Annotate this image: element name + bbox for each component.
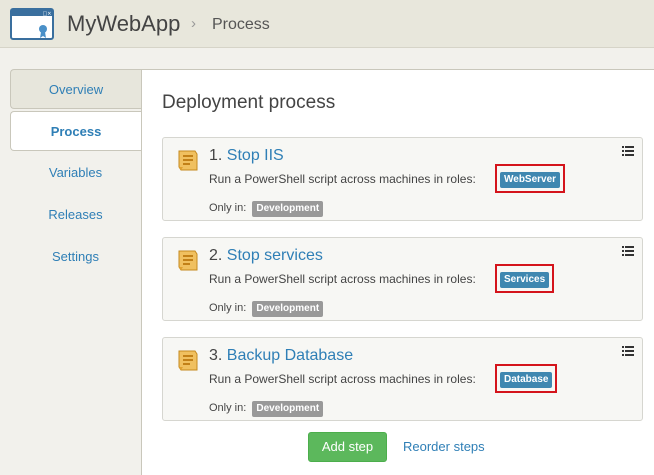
list-menu-icon[interactable] — [622, 146, 634, 157]
environment-tag[interactable]: Development — [252, 201, 324, 217]
sidebar-item-releases[interactable]: Releases — [10, 195, 141, 235]
list-menu-icon[interactable] — [622, 246, 634, 257]
step-card: 3. Backup Database Run a PowerShell scri… — [162, 337, 643, 421]
step-description: Run a PowerShell script across machines … — [209, 172, 476, 186]
powershell-script-icon — [178, 350, 198, 371]
powershell-script-icon — [178, 150, 198, 171]
step-description: Run a PowerShell script across machines … — [209, 272, 476, 286]
step-title: 2. Stop services — [209, 247, 323, 265]
svg-text:_□×: _□× — [39, 11, 51, 17]
role-tag[interactable]: Services — [500, 272, 550, 288]
list-menu-icon[interactable] — [622, 346, 634, 357]
breadcrumb-current: Process — [212, 16, 270, 33]
step-name-link[interactable]: Stop IIS — [227, 147, 284, 164]
sidebar-item-settings[interactable]: Settings — [10, 237, 141, 277]
role-tag[interactable]: WebServer — [500, 172, 561, 188]
environment-tag[interactable]: Development — [252, 301, 324, 317]
role-highlight: Services — [495, 264, 555, 293]
sidebar-item-process[interactable]: Process — [10, 111, 141, 151]
only-in: Only in: Development — [209, 401, 324, 417]
only-in-label: Only in: — [209, 302, 247, 314]
breadcrumb-separator: › — [191, 15, 196, 32]
top-header: _□× MyWebApp › Process — [0, 0, 654, 48]
main-content: Deployment process 1. Stop IIS Run a Pow… — [141, 69, 654, 475]
step-number: 3. — [209, 347, 223, 364]
step-number: 2. — [209, 247, 223, 264]
environment-tag[interactable]: Development — [252, 401, 324, 417]
powershell-script-icon — [178, 250, 198, 271]
step-title: 1. Stop IIS — [209, 147, 284, 165]
browser-window-icon[interactable]: _□× — [10, 8, 54, 40]
sidebar-item-overview[interactable]: Overview — [10, 69, 141, 109]
step-number: 1. — [209, 147, 223, 164]
reorder-steps-link[interactable]: Reorder steps — [403, 439, 485, 454]
role-highlight: Database — [495, 364, 558, 393]
step-card: 2. Stop services Run a PowerShell script… — [162, 237, 643, 321]
app-name[interactable]: MyWebApp — [67, 11, 180, 37]
sidebar-item-variables[interactable]: Variables — [10, 153, 141, 193]
page-title: Deployment process — [162, 92, 336, 113]
only-in: Only in: Development — [209, 301, 324, 317]
step-description: Run a PowerShell script across machines … — [209, 372, 476, 386]
only-in-label: Only in: — [209, 402, 247, 414]
add-step-button[interactable]: Add step — [308, 432, 387, 462]
role-highlight: WebServer — [495, 164, 566, 193]
step-title: 3. Backup Database — [209, 347, 353, 365]
only-in-label: Only in: — [209, 202, 247, 214]
sidebar: Overview Process Variables Releases Sett… — [0, 69, 141, 475]
role-tag[interactable]: Database — [500, 372, 553, 388]
only-in: Only in: Development — [209, 201, 324, 217]
step-card: 1. Stop IIS Run a PowerShell script acro… — [162, 137, 643, 221]
step-name-link[interactable]: Stop services — [227, 247, 323, 264]
step-name-link[interactable]: Backup Database — [227, 347, 353, 364]
